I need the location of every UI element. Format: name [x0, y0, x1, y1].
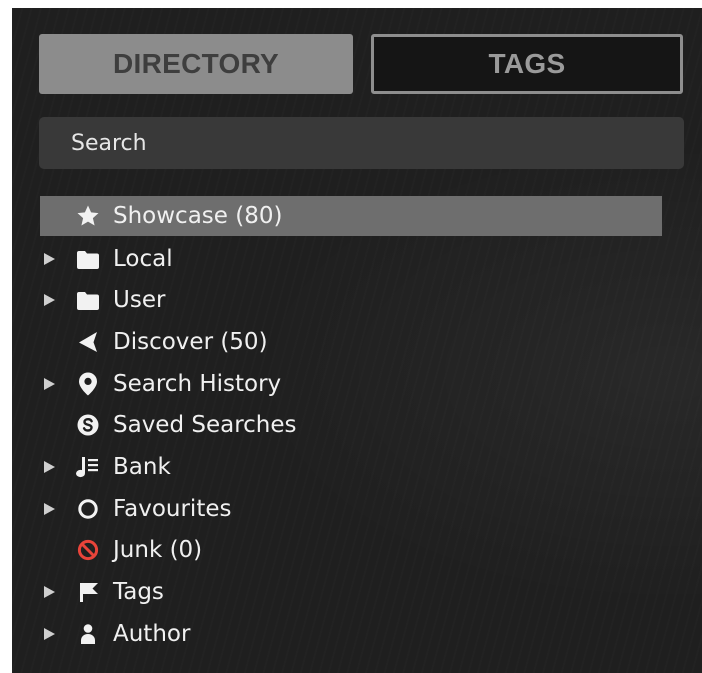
tree-item-bank[interactable]: Bank	[40, 446, 662, 488]
tree-item-label: Saved Searches	[113, 412, 297, 439]
tree-item-tags[interactable]: Tags	[40, 571, 662, 613]
tree-item-favourites[interactable]: Favourites	[40, 488, 662, 530]
discover-arrow-icon	[74, 328, 102, 356]
expand-arrow-icon[interactable]	[44, 627, 55, 640]
tree-item-label: Showcase (80)	[113, 203, 283, 229]
search-input[interactable]: Search	[39, 117, 684, 169]
browser-panel: DIRECTORY TAGS Search Showcase (80) Loca…	[12, 8, 702, 673]
expand-arrow-icon[interactable]	[44, 502, 55, 515]
tree-item-junk[interactable]: Junk (0)	[40, 530, 662, 572]
person-icon	[74, 620, 102, 648]
expand-arrow-icon[interactable]	[44, 586, 55, 599]
tree-item-label: Local	[113, 245, 173, 272]
star-icon	[74, 202, 102, 230]
expand-arrow-icon[interactable]	[44, 377, 55, 390]
tree-item-label: User	[113, 287, 166, 314]
tree-item-label: Favourites	[113, 495, 232, 522]
search-placeholder: Search	[71, 130, 147, 156]
expand-arrow-icon[interactable]	[44, 294, 55, 307]
tree-item-saved-searches[interactable]: Saved Searches	[40, 404, 662, 446]
folder-icon	[74, 245, 102, 273]
expand-arrow-icon[interactable]	[44, 252, 55, 265]
saved-search-icon	[74, 411, 102, 439]
circle-icon	[74, 495, 102, 523]
directory-tree: Showcase (80) Local User Discover (50) S…	[40, 196, 662, 655]
junk-icon	[74, 536, 102, 564]
tree-item-user[interactable]: User	[40, 279, 662, 321]
tree-item-label: Tags	[113, 579, 164, 606]
tree-item-label: Author	[113, 620, 191, 647]
tab-tags[interactable]: TAGS	[371, 34, 683, 94]
tree-item-label: Search History	[113, 370, 282, 397]
tree-item-showcase[interactable]: Showcase (80)	[40, 196, 662, 236]
tree-item-search-history[interactable]: Search History	[40, 363, 662, 405]
expand-arrow-icon[interactable]	[44, 460, 55, 473]
bank-music-icon	[74, 453, 102, 481]
tree-item-author[interactable]: Author	[40, 613, 662, 655]
folder-icon	[74, 286, 102, 314]
tree-item-local[interactable]: Local	[40, 238, 662, 280]
map-pin-icon	[74, 370, 102, 398]
tab-directory[interactable]: DIRECTORY	[39, 34, 353, 94]
tree-item-label: Discover (50)	[113, 328, 268, 355]
tree-item-label: Bank	[113, 453, 171, 480]
tree-item-label: Junk (0)	[113, 537, 203, 564]
flag-icon	[74, 578, 102, 606]
tree-item-discover[interactable]: Discover (50)	[40, 321, 662, 363]
